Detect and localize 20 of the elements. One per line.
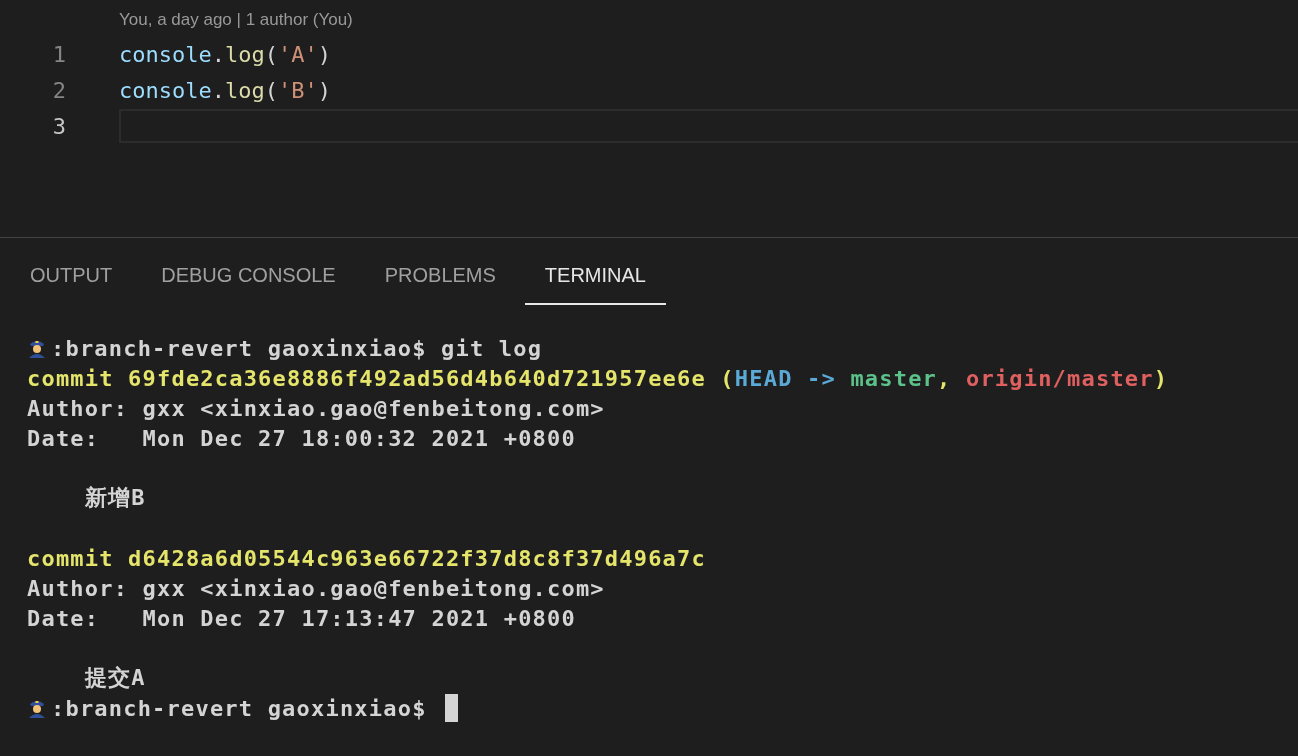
- terminal-output-line: commit d6428a6d05544c963e66722f37d8c8f37d496a7c: [27, 545, 706, 571]
- code-line: console.log('B'): [119, 77, 331, 103]
- terminal-output-line: Author: gxx <xinxiao.gao@fenbeitong.com>: [27, 575, 605, 601]
- terminal-output-line: 新增B: [83, 484, 146, 512]
- panel-tab[interactable]: DEBUG CONSOLE: [141, 260, 356, 305]
- shell-prompt: :branch-revert gaoxinxiao$: [51, 695, 428, 721]
- panel-tab[interactable]: PROBLEMS: [364, 260, 516, 305]
- panel-tab[interactable]: TERMINAL: [524, 260, 666, 305]
- terminal-output-line: Author: gxx <xinxiao.gao@fenbeitong.com>: [27, 395, 605, 421]
- terminal-output-line: 提交A: [83, 664, 146, 692]
- line-number: 3: [51, 113, 67, 139]
- terminal-output-line: Date: Mon Dec 27 18:00:32 2021 +0800: [27, 425, 576, 451]
- blame-annotation[interactable]: You, a day ago | 1 author (You): [119, 10, 1298, 36]
- terminal-output-line: commit 69fde2ca36e8886f492ad56d4b640d721957ee6e (HEAD -> master, origin/master): [27, 365, 1169, 391]
- line-number: 2: [51, 77, 67, 103]
- panel-tab[interactable]: OUTPUT: [10, 260, 133, 305]
- terminal-output-line: Date: Mon Dec 27 17:13:47 2021 +0800: [27, 605, 576, 631]
- shell-prompt: :branch-revert gaoxinxiao$ git log: [51, 335, 543, 361]
- code-line: console.log('A'): [119, 41, 331, 67]
- line-number: 1: [51, 41, 67, 67]
